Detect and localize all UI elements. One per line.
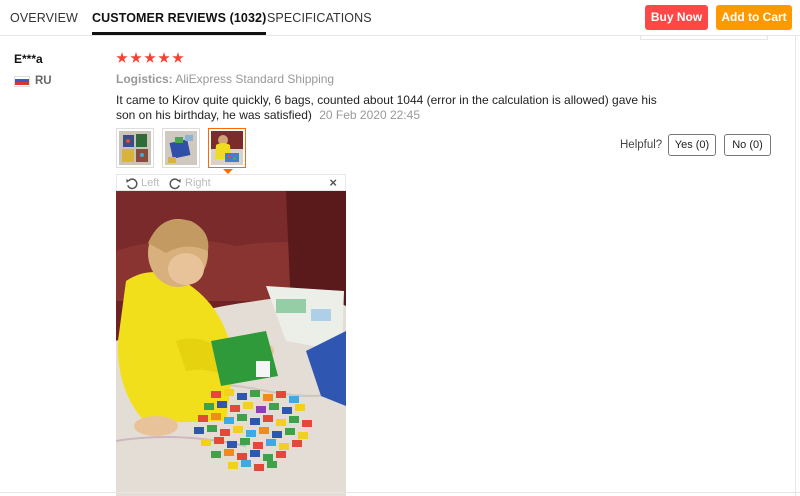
photo-thumbnail-image <box>165 131 197 165</box>
reviewer-name: E***a <box>14 52 43 66</box>
product-tab-bar: OVERVIEW CUSTOMER REVIEWS (1032) SPECIFI… <box>0 0 800 36</box>
helpful-yes-button[interactable]: Yes (0) <box>668 134 716 156</box>
photo-thumbnail-image <box>211 131 243 165</box>
star-icon <box>144 52 156 63</box>
review-date: 20 Feb 2020 22:45 <box>319 108 420 122</box>
review-photo-image <box>116 191 346 496</box>
rotate-right-icon <box>169 177 181 189</box>
buy-now-button[interactable]: Buy Now <box>645 5 708 30</box>
rotate-right-label: Right <box>185 177 211 189</box>
review-text-block: It came to Kirov quite quickly, 6 bags, … <box>116 93 676 123</box>
review-photo-thumbnail-1[interactable] <box>116 128 154 168</box>
logistics-info: Logistics: AliExpress Standard Shipping <box>116 72 334 86</box>
star-icon <box>158 52 170 63</box>
helpful-no-button[interactable]: No (0) <box>724 134 771 156</box>
photo-viewer-toolbar: Left Right × <box>116 174 346 191</box>
star-rating <box>116 52 184 66</box>
rotate-left-icon <box>126 177 138 189</box>
helpful-label: Helpful? <box>620 139 663 151</box>
country-code: RU <box>35 75 52 87</box>
review-photo-thumbnail-3[interactable] <box>208 128 246 174</box>
rotate-right-button[interactable]: Right <box>169 175 211 191</box>
logistics-label: Logistics: <box>116 72 173 86</box>
review-photo-large <box>116 191 346 496</box>
tab-specifications[interactable]: SPECIFICATIONS <box>267 0 372 36</box>
panel-edge <box>640 36 768 40</box>
rotate-left-label: Left <box>141 177 160 189</box>
photo-thumbnail-image <box>119 131 151 165</box>
reviewer-country: RU <box>14 74 52 88</box>
russia-flag-icon <box>14 75 30 87</box>
logistics-value: AliExpress Standard Shipping <box>175 72 335 86</box>
tab-customer-reviews[interactable]: CUSTOMER REVIEWS (1032) <box>92 0 267 36</box>
close-viewer-button[interactable]: × <box>329 175 337 191</box>
tab-overview[interactable]: OVERVIEW <box>10 0 78 36</box>
panel-edge <box>795 36 796 496</box>
review-photo-thumbnails <box>116 128 246 174</box>
rotate-left-button[interactable]: Left <box>125 175 159 191</box>
add-to-cart-button[interactable]: Add to Cart <box>716 5 792 30</box>
page-divider <box>0 492 800 493</box>
star-icon <box>116 52 128 63</box>
review-photo-thumbnail-2[interactable] <box>162 128 200 168</box>
star-icon <box>130 52 142 63</box>
star-icon <box>172 52 184 63</box>
